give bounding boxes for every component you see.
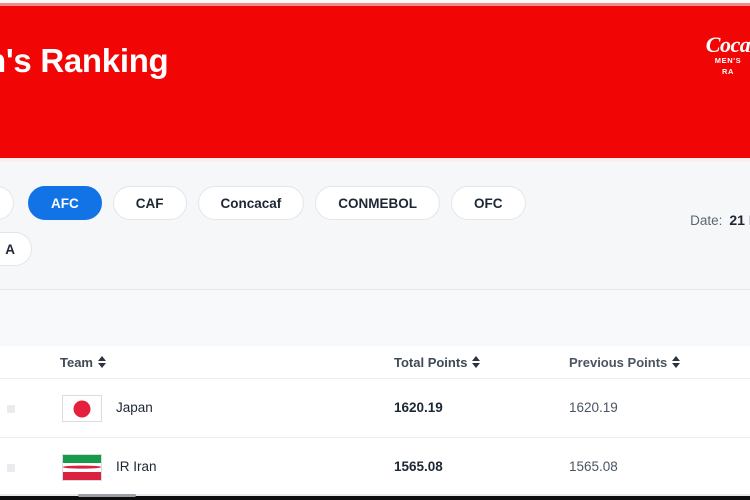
coca-cola-logo-line1: MEN'S (714, 56, 742, 65)
column-header-previous-points[interactable]: Previous Points (569, 346, 681, 378)
filter-section-top-sheen (0, 158, 750, 162)
sort-arrows-icon[interactable] (98, 356, 106, 368)
column-header-total-points-label: Total Points (394, 354, 468, 370)
column-header-previous-points-label: Previous Points (569, 354, 668, 370)
japan-flag-icon (62, 395, 102, 422)
column-header-total-points[interactable]: Total Points (394, 346, 481, 378)
confederation-tabs-row-1: A AFC CAF Concacaf CONMEBOL OFC (0, 186, 526, 220)
table-header-row: Team Total Points Previous Points (0, 346, 750, 378)
previous-points-value: 1620.19 (569, 400, 618, 415)
horizontal-scrollbar-track[interactable] (0, 494, 750, 497)
ranking-date-value[interactable]: 21 Dec 20 (729, 212, 750, 228)
iran-flag-green-band (63, 455, 101, 464)
previous-points-value: 1565.08 (569, 459, 618, 474)
ranking-table: Team Total Points Previous Points Japan … (0, 290, 750, 500)
sort-arrows-icon[interactable] (672, 356, 681, 368)
coca-cola-logo-line2: RA (721, 66, 735, 76)
table-top-band (0, 290, 750, 346)
fifa-ranking-page: n's Ranking Coca MEN'S RA A AFC CAF Conc… (0, 0, 750, 500)
total-points-value: 1565.08 (394, 459, 443, 474)
confederation-tab-clipped-left-1[interactable]: A (0, 186, 14, 220)
confederation-tab-caf[interactable]: CAF (112, 186, 187, 220)
team-name[interactable]: IR Iran (116, 459, 157, 474)
confederation-tabs-row-1-inner: AFC CAF Concacaf CONMEBOL OFC (28, 186, 526, 220)
rank-change-indicator-icon (7, 464, 15, 472)
total-points-value: 1620.19 (394, 400, 443, 415)
confederation-tab-concacaf[interactable]: Concacaf (197, 186, 305, 220)
iran-flag-icon (62, 454, 102, 481)
confederation-tab-conmebol[interactable]: CONMEBOL (315, 186, 441, 220)
confederation-filter-section (0, 158, 750, 290)
japan-flag-disc (73, 400, 91, 417)
iran-flag-red-band (63, 471, 101, 480)
browser-bottom-strip (0, 494, 750, 500)
confederation-tab-ofc[interactable]: OFC (451, 186, 526, 220)
confederation-tab-afc[interactable]: AFC (28, 186, 102, 220)
page-title: n's Ranking (0, 42, 169, 79)
ranking-date: Date: 21 Dec 20 (690, 212, 750, 228)
ranking-date-label: Date: (690, 213, 723, 228)
rank-change-indicator-icon (7, 405, 15, 413)
iran-flag-emblem (63, 466, 101, 469)
table-row[interactable]: IR Iran 1565.08 1565.08 (0, 438, 750, 497)
iran-flag-white-band (63, 463, 101, 472)
coca-cola-logo: Coca MEN'S RA (692, 34, 750, 78)
column-header-team-label: Team (60, 354, 93, 370)
sort-arrows-icon[interactable] (472, 356, 481, 368)
hero-banner: n's Ranking Coca MEN'S RA (0, 6, 750, 158)
coca-cola-script-text: Coca (705, 34, 750, 57)
column-header-team[interactable]: Team (60, 346, 106, 378)
table-row[interactable]: Japan 1620.19 1620.19 (0, 379, 750, 438)
team-name[interactable]: Japan (116, 400, 153, 415)
horizontal-scrollbar-thumb[interactable] (78, 494, 136, 497)
